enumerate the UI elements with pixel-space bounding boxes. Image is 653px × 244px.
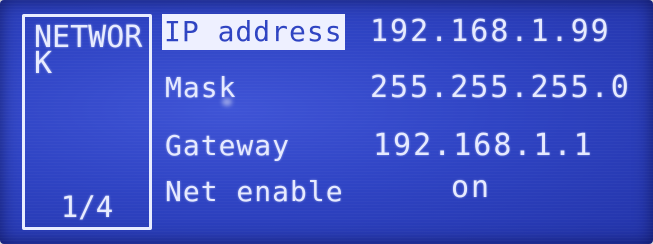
lcd-screen: NETWORK 1/4 IP address 192.168.1.99 Mask… — [0, 0, 653, 244]
setting-row-mask[interactable]: Mask 255.255.255.0 — [165, 70, 635, 110]
net-enable-label[interactable]: Net enable — [165, 174, 344, 210]
ip-address-value[interactable]: 192.168.1.99 — [370, 14, 611, 50]
net-enable-value[interactable]: on — [451, 170, 491, 206]
setting-row-gateway[interactable]: Gateway 192.168.1.1 — [165, 128, 635, 168]
setting-row-ip-address[interactable]: IP address 192.168.1.99 — [162, 14, 635, 54]
gateway-label[interactable]: Gateway — [165, 128, 290, 164]
gateway-value[interactable]: 192.168.1.1 — [373, 128, 594, 164]
page-indicator: 1/4 — [60, 190, 114, 224]
section-title: NETWORK — [34, 20, 143, 81]
setting-row-net-enable[interactable]: Net enable on — [165, 170, 635, 214]
ip-address-label[interactable]: IP address — [162, 14, 345, 50]
section-panel: NETWORK 1/4 — [22, 14, 152, 230]
mask-value[interactable]: 255.255.255.0 — [370, 70, 631, 106]
screen-glare — [222, 98, 232, 106]
